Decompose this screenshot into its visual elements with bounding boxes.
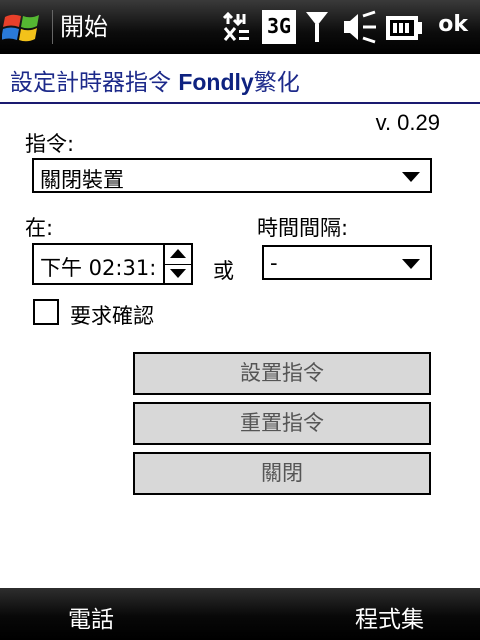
app-title: 設定計時器指令 Fondly繁化 [10,63,300,97]
softkey-phone[interactable]: 電話 [68,600,114,634]
signal-strength-icon[interactable] [304,8,330,46]
app-title-prefix: 設定計時器指令 [10,70,179,96]
battery-icon[interactable] [386,8,424,46]
spin-up-button[interactable] [165,245,191,265]
network-3g-icon[interactable]: 3G [262,10,296,44]
close-button[interactable]: 關閉 [133,452,431,495]
softkey-programs[interactable]: 程式集 [355,600,424,634]
volume-icon[interactable] [342,8,378,46]
ok-button[interactable]: ok [438,12,468,37]
interval-value: - [270,251,278,275]
time-input[interactable]: 下午 02:31: [32,243,165,285]
command-value: 關閉裝置 [40,168,124,192]
app-title-suffix: 繁化 [253,70,300,96]
softkey-bar: 電話 程式集 [0,588,480,640]
interval-label: 時間間隔: [257,216,349,240]
confirm-label[interactable]: 要求確認 [70,300,154,330]
app-title-bar: 設定計時器指令 Fondly繁化 [0,54,480,104]
spin-down-button[interactable] [165,265,191,284]
status-bar: 開始 3G ok [0,0,480,54]
at-label: 在: [25,216,54,240]
command-label: 指令: [25,132,75,156]
interval-dropdown[interactable]: - [262,245,432,280]
confirm-checkbox[interactable] [33,299,59,325]
reset-command-button[interactable]: 重置指令 [133,402,431,445]
arrow-up-icon [170,249,186,258]
data-connection-icon[interactable] [222,8,252,46]
separator [52,10,53,44]
chevron-down-icon [402,172,420,182]
chevron-down-icon [402,259,420,269]
start-label[interactable]: 開始 [60,12,108,42]
windows-start-icon[interactable] [2,8,44,48]
arrow-down-icon [170,269,186,278]
or-label: 或 [213,259,234,283]
command-dropdown[interactable]: 關閉裝置 [32,158,432,193]
time-value: 下午 02:31: [40,256,157,280]
set-command-button[interactable]: 設置指令 [133,352,431,395]
version-label: v. 0.29 [375,110,440,135]
time-spinner[interactable] [163,243,193,285]
app-title-brand: Fondly [178,69,254,95]
